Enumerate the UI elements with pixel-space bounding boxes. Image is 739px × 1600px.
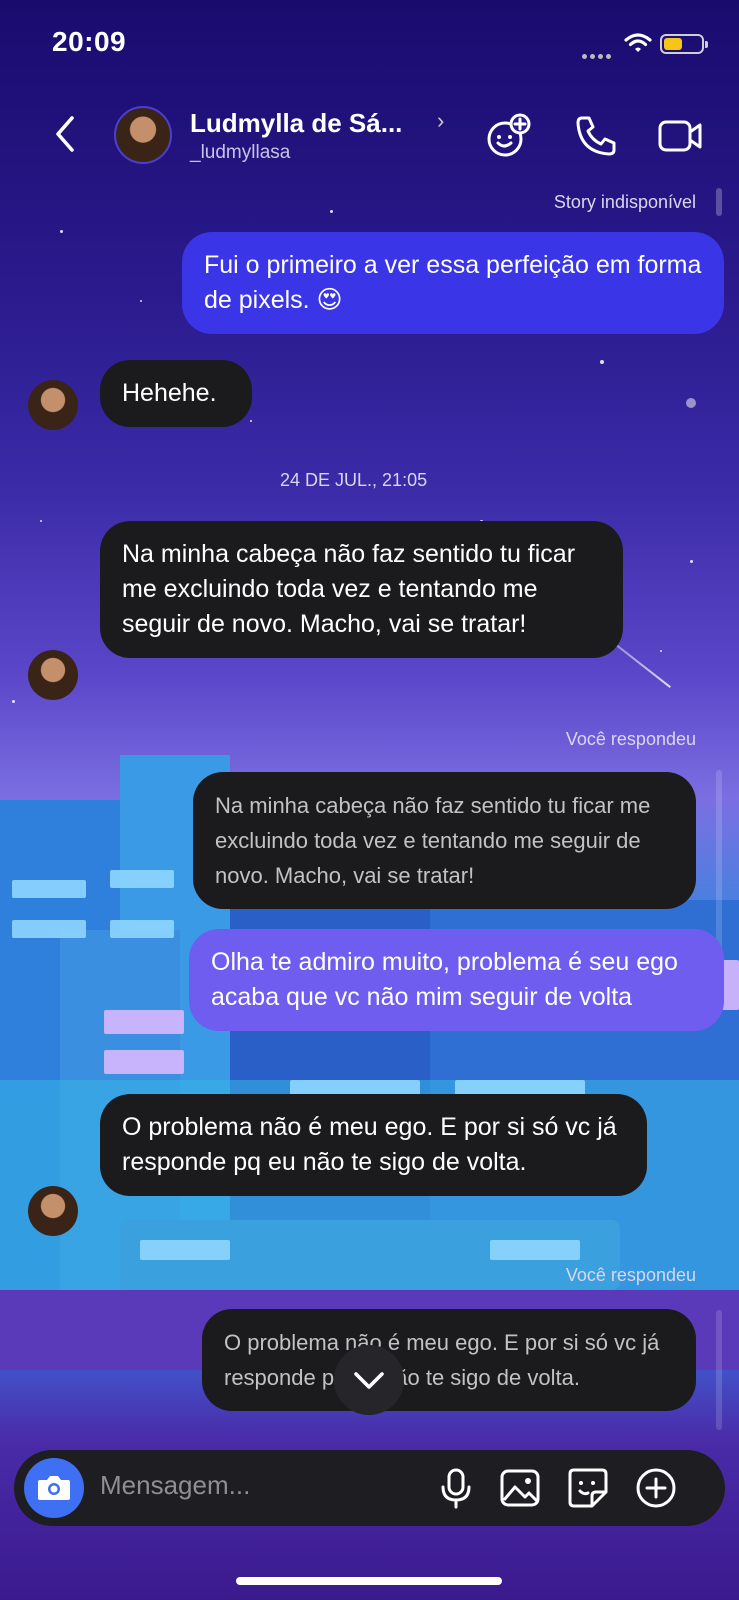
chevron-left-icon[interactable] — [48, 112, 84, 156]
phone-icon[interactable] — [572, 112, 620, 160]
contact-name[interactable]: Ludmylla de Sá... — [190, 108, 402, 139]
quoted-message[interactable]: Na minha cabeça não faz sentido tu ficar… — [193, 772, 696, 909]
message-composer: Mensagem... — [14, 1450, 725, 1526]
message-input[interactable]: Mensagem... — [100, 1470, 250, 1501]
contact-avatar-small[interactable] — [28, 1186, 78, 1236]
camera-icon — [38, 1476, 70, 1500]
wifi-icon — [624, 33, 652, 52]
sticker-add-icon[interactable] — [484, 112, 532, 160]
reply-label: Você respondeu — [565, 729, 696, 749]
message-incoming[interactable]: O problema não é meu ego. E por si só vc… — [100, 1094, 647, 1196]
contact-handle[interactable]: _ludmyllasa — [190, 142, 290, 164]
plus-circle-icon[interactable] — [634, 1466, 678, 1510]
story-unavailable-label: Story indisponível — [553, 192, 696, 212]
timestamp-divider: 24 DE JUL., 21:05 — [280, 470, 428, 490]
reply-label: Você respondeu — [565, 1265, 696, 1285]
image-icon[interactable] — [498, 1466, 542, 1510]
chevron-down-icon — [354, 1372, 384, 1389]
home-indicator — [236, 1577, 502, 1585]
camera-button[interactable] — [24, 1458, 84, 1518]
scrollbar[interactable] — [716, 188, 722, 216]
chevron-right-icon[interactable]: › — [437, 108, 444, 134]
status-bar: 20:09 — [0, 0, 739, 90]
contact-avatar[interactable] — [114, 106, 172, 164]
chat-header: Ludmylla de Sá... › _ludmyllasa — [0, 100, 739, 180]
scrollbar-bottom[interactable] — [716, 1310, 722, 1430]
sticker-icon[interactable] — [566, 1466, 610, 1510]
signal-dots-icon — [582, 46, 614, 64]
video-icon[interactable] — [656, 112, 704, 160]
message-outgoing[interactable]: Olha te admiro muito, problema é seu ego… — [189, 929, 724, 1031]
battery-icon — [660, 34, 708, 54]
message-outgoing[interactable]: Fui o primeiro a ver essa perfeição em f… — [182, 232, 724, 334]
message-incoming[interactable]: Na minha cabeça não faz sentido tu ficar… — [100, 521, 623, 658]
microphone-icon[interactable] — [434, 1466, 478, 1510]
contact-avatar-small[interactable] — [28, 380, 78, 430]
message-incoming[interactable]: Hehehe. — [100, 360, 252, 427]
contact-avatar-small[interactable] — [28, 650, 78, 700]
scroll-to-bottom-button[interactable] — [334, 1345, 404, 1415]
quoted-message[interactable]: O problema não é meu ego. E por si só vc… — [202, 1309, 696, 1411]
status-time: 20:09 — [52, 26, 127, 57]
